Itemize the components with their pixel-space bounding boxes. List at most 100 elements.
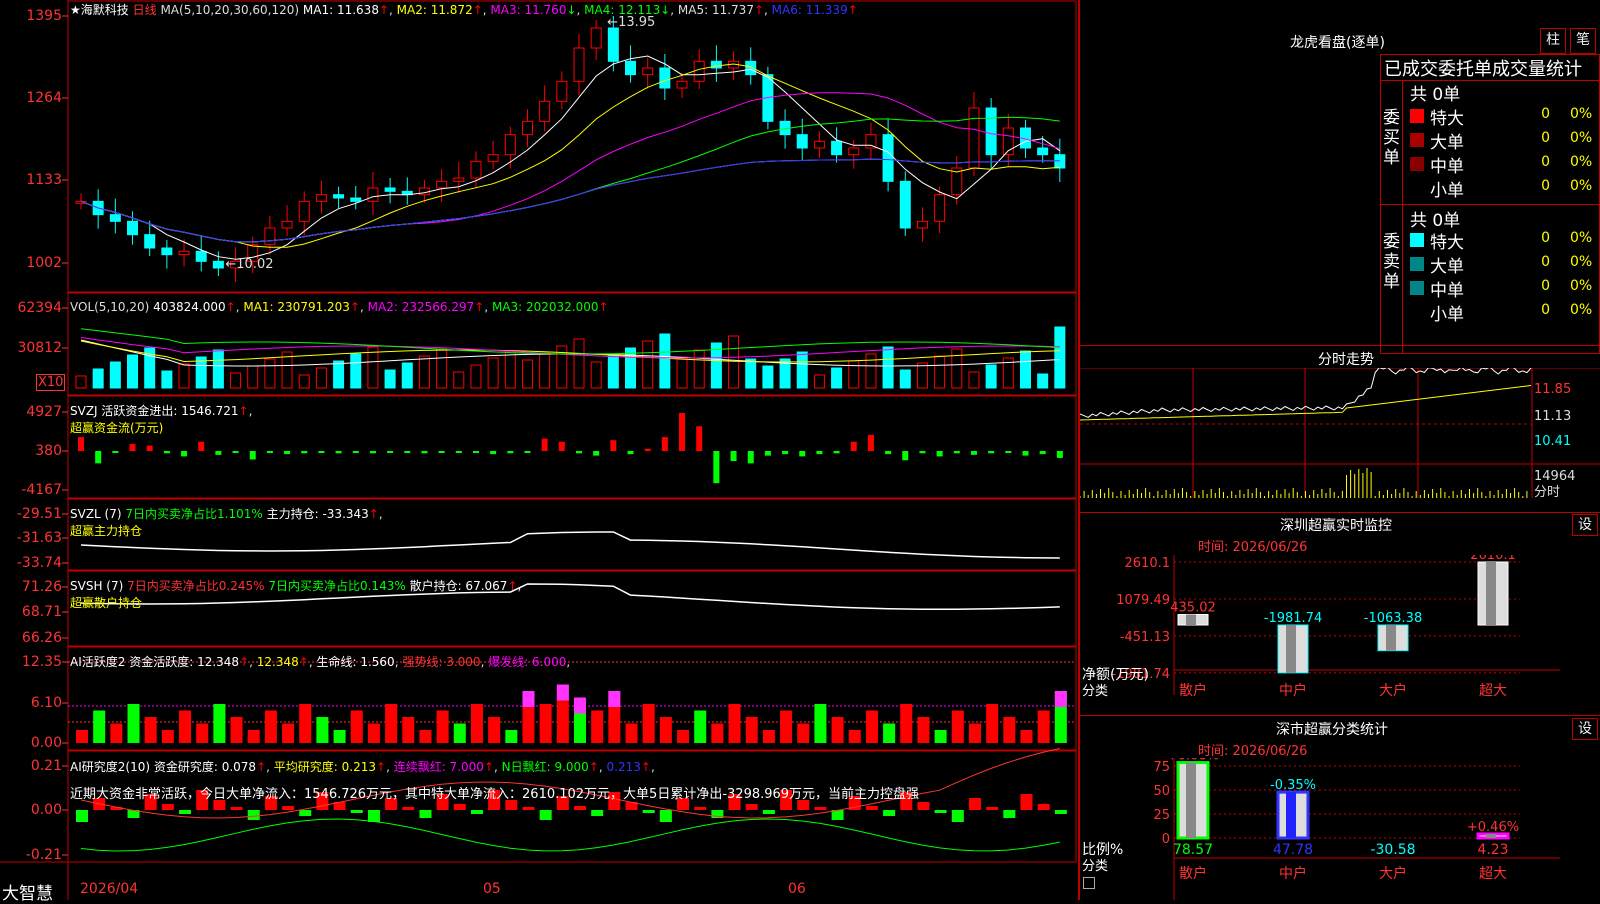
candle: [333, 194, 345, 199]
cls-category: 大户: [1379, 865, 1407, 882]
ai-active-v5: 爆发线: 6.000: [488, 655, 567, 669]
ai-research-tick: 0.00: [30, 802, 62, 818]
volume-bar: [625, 347, 637, 389]
candle: [934, 194, 946, 222]
cls-axis-label: 比例%: [1082, 842, 1123, 858]
sz-bar-shade: [1186, 614, 1196, 625]
candle: [796, 134, 808, 149]
candle: [487, 154, 499, 162]
volume-bar: [693, 349, 705, 389]
buy-row-swatch: [1410, 157, 1424, 171]
sell-row-value: 0: [1541, 278, 1550, 294]
candle: [607, 27, 619, 62]
ai-active-tick: 6.10: [30, 695, 62, 711]
ai-research-bar: [1020, 794, 1033, 810]
volume-bar: [418, 355, 430, 389]
bar-button[interactable]: 柱: [1540, 28, 1566, 54]
ai-research-bar: [76, 810, 88, 822]
ma-label: MA(5,10,20,30,60,120): [160, 3, 300, 17]
candle: [693, 60, 705, 82]
buy-row-pct: 0%: [1570, 130, 1593, 146]
svsh-ratio1: 7日内买卖净占比0.245%: [127, 579, 265, 593]
candle: [178, 250, 190, 256]
candle: [453, 177, 465, 182]
ai-active-bar: [539, 704, 552, 743]
sz-bar-label: -1063.38: [1364, 611, 1422, 626]
fs-tick: 11.13: [1534, 409, 1571, 424]
svzj-sub: 超赢资金流(万元): [70, 421, 164, 435]
cls-bar-shade: [1186, 762, 1196, 838]
candle: [865, 134, 877, 149]
candle: [315, 194, 327, 202]
ai-research-tick: 0.21: [30, 758, 62, 774]
ai-active-bar: [470, 704, 483, 743]
cls-settings-button[interactable]: 设: [1572, 718, 1598, 740]
vol-label: VOL(5,10,20): [70, 300, 150, 314]
panel-frame: [67, 0, 1077, 293]
svsh-tick: 66.26: [21, 630, 62, 646]
sz-bar-chart[interactable]: 2610.1 1079.49 -451.13 -1981.74 净额(万元)分类 435.…: [1080, 555, 1600, 715]
candle: [676, 80, 688, 89]
svzj-bar: [627, 451, 634, 455]
ai-active-bar: [385, 704, 398, 743]
svzj-bar: [679, 413, 686, 451]
ai-active-bar: [1003, 717, 1016, 743]
candle: [470, 160, 482, 179]
brand-label[interactable]: 大智慧: [2, 879, 53, 904]
vol-ma-line: [80, 337, 1060, 359]
volume-bar: [504, 350, 516, 389]
ai-research-header: AI研究度2(10) 资金研究度: 0.078↑, 平均研究度: 0.213↑,…: [70, 760, 655, 774]
svzj-bar: [541, 438, 548, 451]
svzj-bar: [404, 451, 411, 453]
cls-bar-chart[interactable]: 7550250比例%分类+0.08%78.57散户-0.35%47.78中户-3…: [1080, 758, 1600, 900]
buy-row-value: 0: [1541, 130, 1550, 146]
ai-active-peak: [608, 691, 621, 707]
candle: [899, 180, 911, 229]
price-tick: 1002: [26, 255, 62, 271]
intraday-chart[interactable]: 11.85 11.13 10.41 14964分时: [1080, 368, 1600, 508]
price-tick: 1395: [26, 8, 62, 24]
ma-line: [80, 92, 1060, 243]
period-label[interactable]: 日线: [133, 3, 157, 17]
vol-ma3: MA3: 202032.000: [491, 300, 599, 314]
sell-row-name: 大单: [1430, 257, 1464, 277]
svzj-bar: [558, 441, 565, 451]
volume-bar: [676, 356, 688, 389]
volume-bar: [934, 355, 946, 389]
volume-bar: [642, 340, 654, 389]
sz-axis-label: 净额(万元): [1082, 667, 1149, 683]
stock-name[interactable]: 海默科技: [81, 3, 129, 17]
ai-research-bar: [470, 810, 483, 814]
ai-active-bar: [591, 710, 604, 743]
ai-active-peak: [574, 697, 586, 714]
candle: [212, 260, 224, 269]
svzj-bar: [902, 451, 909, 461]
svzj-bar: [318, 451, 325, 453]
ai-research-bar: [1003, 810, 1016, 818]
sz-settings-button[interactable]: 设: [1572, 514, 1598, 536]
svzj-bar: [455, 451, 462, 453]
ai-research-v3: 连续飘红: 7.000: [393, 760, 484, 774]
svsh-hold: 散户持仓: 67.067: [409, 579, 508, 593]
svzj-tick: 4927: [26, 404, 62, 420]
volume-bar: [127, 354, 139, 389]
sell-row-value: 0: [1541, 254, 1550, 270]
sz-bar-shade: [1286, 625, 1296, 673]
svzj-bar: [472, 451, 479, 453]
volume-bar: [453, 371, 465, 389]
candle: [831, 140, 843, 156]
ai-active-v4: 强势线: 3.000: [402, 655, 481, 669]
svzj-bar: [850, 441, 857, 451]
ai-research-bar: [883, 810, 896, 816]
volume-bar: [1037, 373, 1049, 389]
volume-bar: [75, 375, 87, 389]
ai-active-bar: [402, 717, 415, 743]
price-tick: 1264: [26, 90, 62, 106]
ai-research-bar: [659, 810, 672, 822]
fs-tick: 11.85: [1534, 382, 1571, 397]
candle: [556, 80, 568, 102]
candle: [436, 180, 448, 189]
price-tick: 1133: [26, 172, 62, 188]
bi-button[interactable]: 笔: [1570, 28, 1596, 54]
sell-side-label: 委卖单: [1383, 232, 1400, 292]
